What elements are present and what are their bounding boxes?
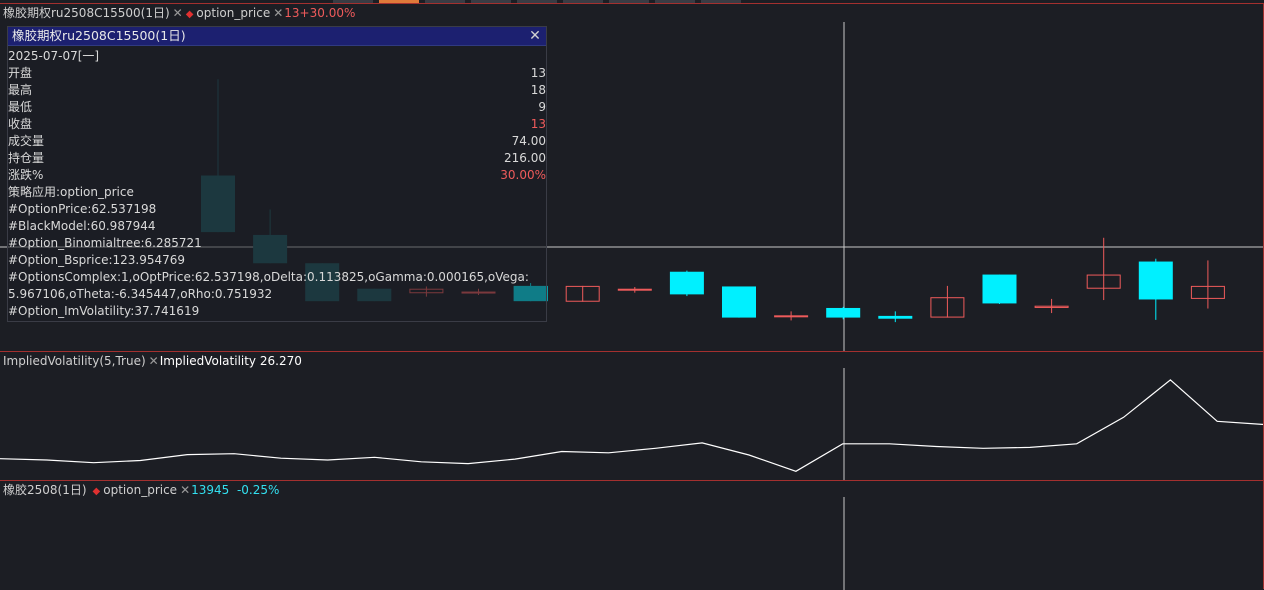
iv-pane-header: ImpliedVolatility(5,True) ✕ImpliedVolatil… (3, 353, 302, 369)
popup-text-line: 5.967106,oTheta:-6.345447,oRho:0.751932 (8, 287, 273, 301)
popup-text-line: #Option_Bsprice:123.954769 (8, 253, 186, 267)
close-indicator-icon[interactable]: ✕ (173, 6, 183, 20)
candle[interactable] (982, 274, 1017, 304)
popup-text-line: #Option_ImVolatility:37.741619 (8, 304, 200, 318)
iv-indicator-label[interactable]: ImpliedVolatility(5,True) (3, 354, 146, 368)
underlying-price: 13945 (191, 483, 230, 497)
bar-info-popup[interactable]: 橡胶期权ru2508C15500(1日) ✕ 2025-07-07[一] 开盘 1… (7, 26, 547, 322)
iv-series-value: 26.270 (259, 354, 302, 368)
diamond-icon: ◆ (92, 486, 101, 497)
close-indicator-icon[interactable]: ✕ (273, 6, 283, 20)
candle[interactable] (617, 287, 652, 293)
diamond-icon: ◆ (185, 9, 194, 20)
popup-field-row: 持仓量 216.00 (8, 150, 546, 167)
popup-field-label: 持仓量 (8, 151, 45, 165)
candle-body (878, 315, 913, 319)
candle-body (982, 274, 1017, 304)
popup-field-label: 成交量 (8, 134, 45, 148)
iv-series-label: ImpliedVolatility (159, 354, 257, 368)
indicator-value: 13+30.00% (284, 6, 356, 20)
popup-field-label: 涨跌% (8, 168, 44, 182)
popup-fields: 开盘 13 最高 18 最低 9 收盘 13 成交量 74.00 持仓量 216.00 涨跌% 30.00… (8, 65, 546, 184)
symbol-label[interactable]: 橡胶期权ru2508C15500(1日) (3, 6, 170, 20)
underlying-pane[interactable]: 橡胶2508(1日) ◆ option_price ✕13945 -0.25% (0, 480, 1264, 590)
popup-field-row: 涨跌% 30.00% (8, 167, 546, 184)
price-pane[interactable]: 橡胶期权ru2508C15500(1日) ✕ ◆ option_price ✕13+30… (0, 3, 1264, 352)
popup-text-line: #Option_Binomialtree:6.285721 (8, 236, 202, 250)
underlying-symbol-label[interactable]: 橡胶2508(1日) (3, 483, 87, 497)
popup-text-line: #OptionsComplex:1,oOptPrice:62.537198,oD… (8, 270, 529, 284)
popup-field-value: 18 (530, 83, 546, 97)
candle[interactable] (1138, 258, 1173, 320)
popup-field-row: 最低 9 (8, 99, 546, 116)
popup-field-value: 30.00% (500, 168, 546, 182)
popup-title: 橡胶期权ru2508C15500(1日) (12, 28, 186, 43)
iv-series-line (0, 379, 1264, 472)
indicator-label[interactable]: option_price (196, 6, 270, 20)
popup-field-label: 开盘 (8, 66, 33, 80)
popup-field-row: 成交量 74.00 (8, 133, 546, 150)
popup-field-label: 收盘 (8, 117, 33, 131)
popup-text-line: #OptionPrice:62.537198 (8, 202, 157, 216)
popup-lines: 策略应用:option_price #OptionPrice:62.537198 #… (8, 184, 546, 320)
popup-body: 2025-07-07[一] 开盘 13 最高 18 最低 9 收盘 13 成交量 74.00 持仓量… (8, 46, 546, 320)
underlying-pane-header: 橡胶2508(1日) ◆ option_price ✕13945 -0.25% (3, 482, 279, 498)
candle[interactable] (1034, 298, 1069, 314)
close-icon[interactable]: ✕ (528, 27, 542, 45)
implied-volatility-chart[interactable] (0, 352, 1264, 481)
popup-date: 2025-07-07[一] (8, 49, 100, 63)
popup-field-value: 9 (538, 100, 546, 114)
popup-field-value: 74.00 (511, 134, 546, 148)
candle-body (774, 315, 809, 318)
candle[interactable] (1190, 260, 1225, 309)
popup-title-bar[interactable]: 橡胶期权ru2508C15500(1日) ✕ (8, 27, 546, 46)
price-pane-header: 橡胶期权ru2508C15500(1日) ✕ ◆ option_price ✕13+30… (3, 5, 355, 21)
popup-field-label: 最高 (8, 83, 33, 97)
candle-body (722, 286, 756, 318)
candle[interactable] (826, 306, 861, 320)
popup-field-row: 收盘 13 (8, 116, 546, 133)
popup-field-value: 216.00 (504, 151, 546, 165)
candle-body (669, 271, 704, 295)
candle[interactable] (774, 311, 809, 321)
popup-field-value: 13 (530, 117, 546, 131)
candle-body (826, 307, 861, 318)
candle[interactable] (878, 311, 913, 323)
candle[interactable] (722, 286, 756, 318)
underlying-indicator-label[interactable]: option_price (103, 483, 177, 497)
popup-text-line: #BlackModel:60.987944 (8, 219, 156, 233)
close-indicator-icon[interactable]: ✕ (149, 354, 159, 368)
candle-body (1138, 261, 1173, 300)
popup-field-row: 最高 18 (8, 82, 546, 99)
underlying-change: -0.25% (236, 483, 280, 497)
popup-field-value: 13 (530, 66, 546, 80)
popup-field-label: 最低 (8, 100, 33, 114)
candle-body (617, 288, 652, 291)
popup-text-line: 策略应用:option_price (8, 185, 134, 199)
iv-pane[interactable]: ImpliedVolatility(5,True) ✕ImpliedVolatil… (0, 351, 1264, 481)
candle[interactable] (669, 270, 704, 297)
popup-field-row: 开盘 13 (8, 65, 546, 82)
candle[interactable] (565, 285, 600, 302)
close-indicator-icon[interactable]: ✕ (180, 483, 190, 497)
candle[interactable] (930, 285, 965, 318)
